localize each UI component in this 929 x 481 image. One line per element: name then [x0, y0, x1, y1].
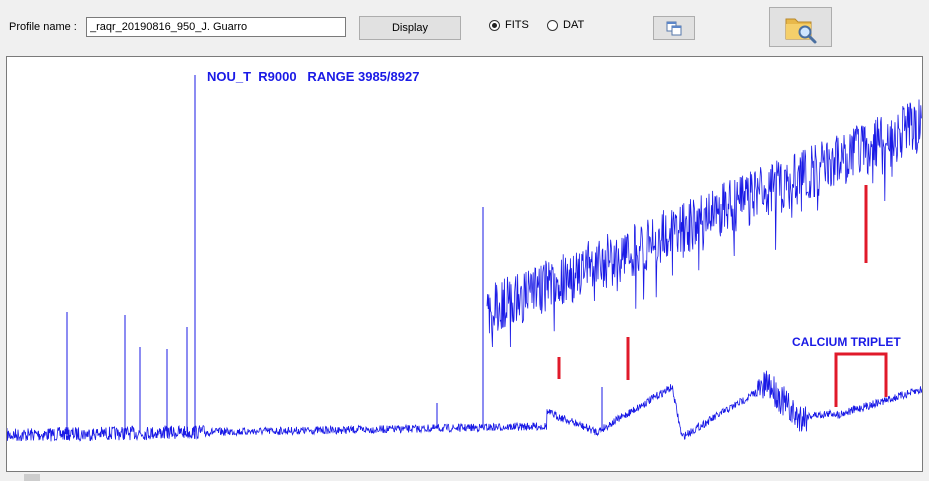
radio-dat-dot[interactable]: [547, 19, 558, 31]
radio-fits-dot[interactable]: [489, 19, 500, 31]
radio-fits-label: FITS: [505, 19, 529, 31]
profile-name-input[interactable]: [86, 17, 346, 37]
calcium-triplet-label: CALCIUM TRIPLET: [792, 335, 901, 349]
spectrum-chart: NOU_T R9000 RANGE 3985/8927 CALCIUM TRIP…: [7, 69, 922, 442]
radio-dat[interactable]: DAT: [547, 19, 584, 31]
spectrum-plot: NOU_T R9000 RANGE 3985/8927 CALCIUM TRIP…: [6, 56, 923, 472]
scrollbar-stub[interactable]: [24, 474, 40, 481]
spectrum-line-full: [7, 370, 922, 442]
copy-windows-icon: [666, 21, 682, 36]
toolbar: Profile name : Display FITS DAT: [0, 0, 929, 50]
radio-dat-label: DAT: [563, 19, 585, 31]
spectrum-line-zoomed: [486, 99, 922, 348]
display-button[interactable]: Display: [359, 16, 461, 40]
profile-name-label: Profile name :: [9, 21, 77, 33]
radio-fits[interactable]: FITS: [489, 19, 529, 31]
folder-search-icon: [785, 18, 817, 44]
calcium-triplet-bracket: [834, 352, 888, 407]
copy-button[interactable]: [653, 16, 695, 40]
browse-button[interactable]: [769, 7, 832, 47]
chart-title: NOU_T R9000 RANGE 3985/8927: [207, 69, 419, 84]
